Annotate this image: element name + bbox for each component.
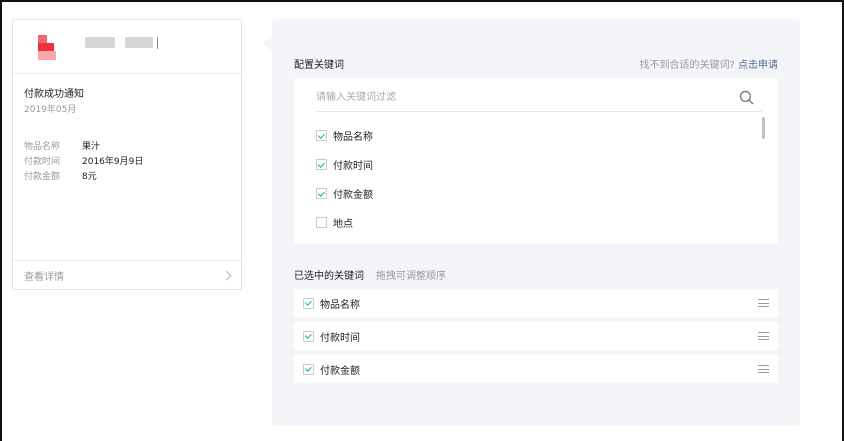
card-header xyxy=(13,20,241,74)
window-frame-top xyxy=(0,0,844,2)
checkbox-unchecked[interactable] xyxy=(316,217,327,228)
drag-handle-icon[interactable] xyxy=(758,299,769,307)
message-fields: 物品名称 果汁 付款时间 2016年9月9日 付款金额 8元 xyxy=(24,138,143,183)
apply-keyword-help: 找不到合适的关键词? 点击申请 xyxy=(640,56,779,71)
field-value: 果汁 xyxy=(82,142,101,152)
keyword-label: 地点 xyxy=(333,219,353,230)
keyword-search-input[interactable] xyxy=(316,84,736,111)
message-title: 付款成功通知 xyxy=(24,89,84,100)
selected-keywords-title: 已选中的关键词 xyxy=(294,271,364,282)
keyword-picker: 物品名称 付款时间 付款金额 地点 xyxy=(294,78,778,244)
keyword-label: 付款金额 xyxy=(333,190,373,201)
selected-keyword-list: 物品名称 付款时间 付款金额 xyxy=(294,289,778,388)
field-value: 2016年9月9日 xyxy=(82,157,144,167)
view-details-label: 查看详情 xyxy=(24,271,64,283)
keyword-option[interactable]: 地点 xyxy=(316,208,746,237)
keyword-list: 物品名称 付款时间 付款金额 地点 xyxy=(316,121,746,237)
keyword-list-scrollbar[interactable] xyxy=(762,117,765,139)
message-preview-card: 付款成功通知 2019年05月 物品名称 果汁 付款时间 2016年9月9日 付… xyxy=(12,19,242,290)
selected-keyword-item[interactable]: 物品名称 xyxy=(294,289,778,317)
keyword-search xyxy=(316,84,762,112)
keyword-label: 物品名称 xyxy=(333,132,373,143)
message-field-row: 物品名称 果汁 xyxy=(24,138,143,153)
checkbox-checked[interactable] xyxy=(316,188,327,199)
drag-handle-icon[interactable] xyxy=(758,332,769,340)
panel-pointer-arrow xyxy=(263,35,272,51)
message-field-row: 付款金额 8元 xyxy=(24,168,143,183)
field-value: 8元 xyxy=(82,172,97,182)
checkbox-checked[interactable] xyxy=(303,330,314,342)
keyword-option[interactable]: 付款时间 xyxy=(316,150,746,179)
keyword-config-panel: 配置关键词 找不到合适的关键词? 点击申请 物品名称 付款时间 付款金额 xyxy=(272,19,800,426)
checkbox-checked[interactable] xyxy=(316,159,327,170)
account-name-blurred xyxy=(85,37,158,49)
drag-handle-icon[interactable] xyxy=(758,365,769,373)
window-frame-left xyxy=(0,0,2,441)
config-keywords-title: 配置关键词 xyxy=(294,60,344,71)
checkbox-checked[interactable] xyxy=(303,363,314,375)
view-details-link[interactable]: 查看详情 xyxy=(13,260,241,289)
field-key: 物品名称 xyxy=(24,142,61,152)
message-date: 2019年05月 xyxy=(24,105,77,115)
message-field-row: 付款时间 2016年9月9日 xyxy=(24,153,143,168)
help-text: 找不到合适的关键词? xyxy=(639,60,735,71)
apply-keyword-link[interactable]: 点击申请 xyxy=(738,60,778,71)
selected-keyword-label: 付款时间 xyxy=(320,332,360,344)
checkbox-checked[interactable] xyxy=(316,130,327,141)
search-icon[interactable] xyxy=(739,90,754,105)
chevron-right-icon xyxy=(221,270,232,280)
selected-keyword-item[interactable]: 付款金额 xyxy=(294,355,778,383)
field-key: 付款金额 xyxy=(24,172,61,182)
keyword-option[interactable]: 物品名称 xyxy=(316,121,746,150)
account-logo xyxy=(38,35,56,61)
keyword-option[interactable]: 付款金额 xyxy=(316,179,746,208)
field-key: 付款时间 xyxy=(24,157,61,167)
keyword-label: 付款时间 xyxy=(333,161,373,172)
selected-keyword-label: 物品名称 xyxy=(320,299,360,311)
drag-hint: 拖拽可调整顺序 xyxy=(376,271,446,282)
selected-keyword-label: 付款金额 xyxy=(320,365,360,377)
selected-keyword-item[interactable]: 付款时间 xyxy=(294,322,778,350)
checkbox-checked[interactable] xyxy=(303,297,314,309)
